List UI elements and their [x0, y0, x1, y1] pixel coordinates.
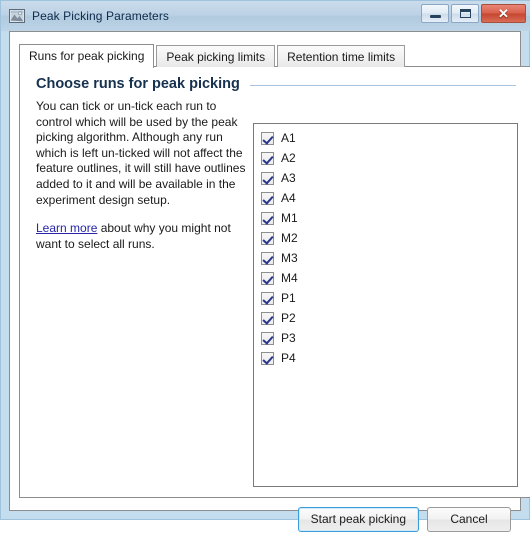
checkbox-icon[interactable] [261, 171, 274, 185]
heading-divider [249, 84, 516, 86]
description-paragraph-1: You can tick or un-tick each run to cont… [36, 99, 246, 207]
dialog-footer: Start peak picking Cancel [19, 504, 511, 534]
list-item[interactable]: P2 [254, 308, 517, 328]
list-item[interactable]: A2 [254, 148, 517, 168]
list-item[interactable]: A3 [254, 168, 517, 188]
list-item[interactable]: P4 [254, 348, 517, 368]
description-text: You can tick or un-tick each run to cont… [36, 99, 246, 252]
checkbox-icon[interactable] [261, 131, 274, 145]
list-item-label: P3 [281, 331, 296, 345]
list-item-label: M3 [281, 251, 298, 265]
checkbox-icon[interactable] [261, 351, 274, 365]
tab-panel-runs-for-peak-picking: Choose runs for peak picking You can tic… [19, 66, 530, 498]
page-title: Choose runs for peak picking [36, 76, 240, 92]
list-item-label: P4 [281, 351, 296, 365]
tab-peak-picking-limits[interactable]: Peak picking limits [156, 45, 276, 67]
checkbox-icon[interactable] [261, 291, 274, 305]
list-item[interactable]: M1 [254, 208, 517, 228]
checkbox-icon[interactable] [261, 231, 274, 245]
tab-label: Runs for peak picking [29, 49, 145, 63]
close-icon: ✕ [498, 6, 509, 21]
list-item-label: A3 [281, 171, 296, 185]
start-peak-picking-button[interactable]: Start peak picking [297, 506, 419, 532]
list-item-label: A1 [281, 131, 296, 145]
checkbox-icon[interactable] [261, 151, 274, 165]
list-item-label: M1 [281, 211, 298, 225]
minimize-icon [429, 15, 441, 18]
list-item[interactable]: A1 [254, 128, 517, 148]
checkbox-icon[interactable] [261, 331, 274, 345]
checkbox-icon[interactable] [261, 211, 274, 225]
list-item-label: P2 [281, 311, 296, 325]
cancel-label: Cancel [450, 512, 488, 526]
list-item-label: A4 [281, 191, 296, 205]
list-item[interactable]: M2 [254, 228, 517, 248]
list-item-label: M4 [281, 271, 298, 285]
window-controls: ✕ [421, 4, 526, 23]
minimize-button[interactable] [421, 4, 449, 23]
tab-label: Retention time limits [287, 49, 396, 64]
learn-more-link[interactable]: Learn more [36, 221, 97, 235]
list-item-label: M2 [281, 231, 298, 245]
tab-retention-time-limits[interactable]: Retention time limits [277, 45, 406, 67]
list-item-label: A2 [281, 151, 296, 165]
close-button[interactable]: ✕ [481, 4, 526, 23]
list-item[interactable]: A4 [254, 188, 517, 208]
checkbox-icon[interactable] [261, 271, 274, 285]
list-item[interactable]: M4 [254, 268, 517, 288]
window-title: Peak Picking Parameters [32, 9, 170, 23]
checkbox-icon[interactable] [261, 311, 274, 325]
maximize-icon [459, 9, 471, 18]
cancel-button[interactable]: Cancel [427, 506, 511, 532]
list-item[interactable]: P1 [254, 288, 517, 308]
list-item[interactable]: M3 [254, 248, 517, 268]
list-item[interactable]: P3 [254, 328, 517, 348]
section-heading-row: Choose runs for peak picking [36, 76, 516, 92]
list-item-label: P1 [281, 291, 296, 305]
checkbox-icon[interactable] [261, 191, 274, 205]
maximize-button[interactable] [451, 4, 479, 23]
runs-list[interactable]: A1 A2 A3 A4 M1 M2 M3 M4 P1 P2 P3 P4 [253, 123, 518, 487]
app-image-icon [9, 8, 25, 24]
tab-runs-for-peak-picking[interactable]: Runs for peak picking [19, 44, 155, 68]
start-peak-picking-label: Start peak picking [310, 512, 406, 526]
dialog-window: Peak Picking Parameters ✕ Runs for peak … [0, 0, 530, 532]
description-paragraph-2: Learn more about why you might not want … [36, 221, 246, 252]
title-bar[interactable]: Peak Picking Parameters ✕ [1, 1, 530, 31]
dialog-client-area: Runs for peak picking Peak picking limit… [9, 31, 530, 532]
tab-strip: Runs for peak picking Peak picking limit… [19, 43, 407, 68]
tab-label: Peak picking limits [166, 49, 266, 64]
checkbox-icon[interactable] [261, 251, 274, 265]
